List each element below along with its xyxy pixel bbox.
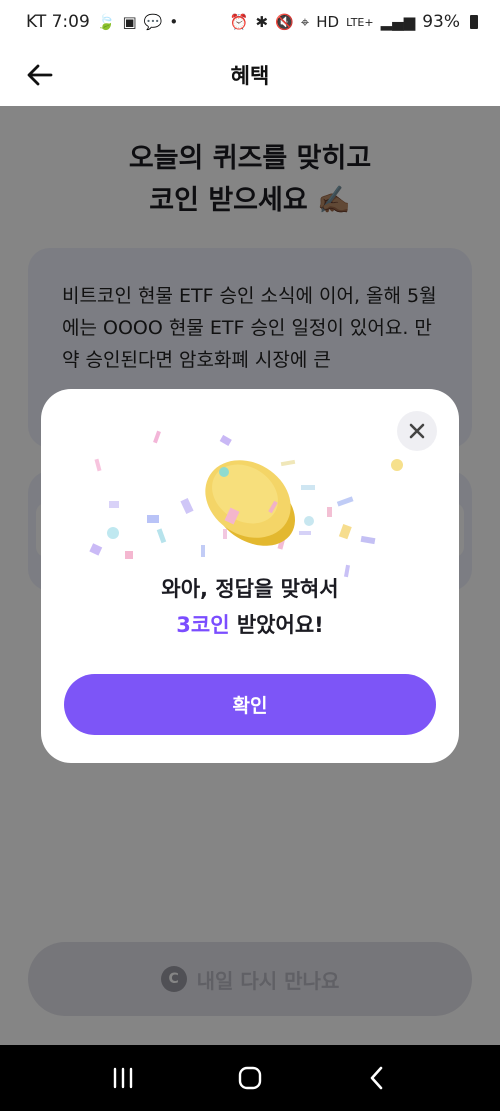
reward-message-suffix: 받았어요! [229,613,324,637]
status-bar: KT 7:09 🍃 ▣ 💬 • ⏰ ✱ 🔇 ⌖ HD LTE+ ▂▄▆ 93% [0,0,500,44]
gallery-icon: ▣ [122,12,137,31]
reward-modal: 와아, 정답을 맞혀서 3코인 받았어요! 확인 [41,389,459,763]
close-button[interactable] [397,411,437,451]
network-label: LTE+ [346,15,374,29]
app-header: 혜택 [0,44,500,106]
home-button[interactable] [220,1053,280,1103]
recent-apps-button[interactable] [93,1053,153,1103]
close-icon [409,423,425,439]
carrier-time: KT 7:09 [26,12,90,32]
confirm-button[interactable]: 확인 [64,674,436,735]
mute-icon: 🔇 [275,12,294,31]
hd-icon: HD [316,12,340,31]
back-button[interactable] [24,59,56,91]
battery-percent: 93% [422,12,460,32]
leaf-icon: 🍃 [96,12,116,31]
alarm-icon: ⏰ [229,12,249,31]
bluetooth-icon: ✱ [255,12,269,31]
system-nav-bar [0,1045,500,1111]
status-right: ⏰ ✱ 🔇 ⌖ HD LTE+ ▂▄▆ 93% [230,12,478,32]
reward-amount: 3코인 [176,613,230,637]
status-left: KT 7:09 🍃 ▣ 💬 • [26,12,178,32]
recent-apps-icon [114,1067,133,1089]
battery-icon [470,15,478,29]
signal-icon: ▂▄▆ [380,12,416,31]
coin-confetti-illustration [89,430,403,578]
chat-icon: 💬 [143,12,163,31]
reward-message-line1: 와아, 정답을 맞혀서 [161,577,339,601]
back-nav-button[interactable] [347,1053,407,1103]
chevron-left-icon [370,1066,382,1090]
reward-message-line2: 3코인 받았어요! [41,609,459,639]
dot-icon: • [169,12,179,31]
location-icon: ⌖ [300,12,310,31]
page-title: 혜택 [230,64,270,88]
home-icon [238,1066,262,1090]
back-arrow-icon [27,64,53,86]
